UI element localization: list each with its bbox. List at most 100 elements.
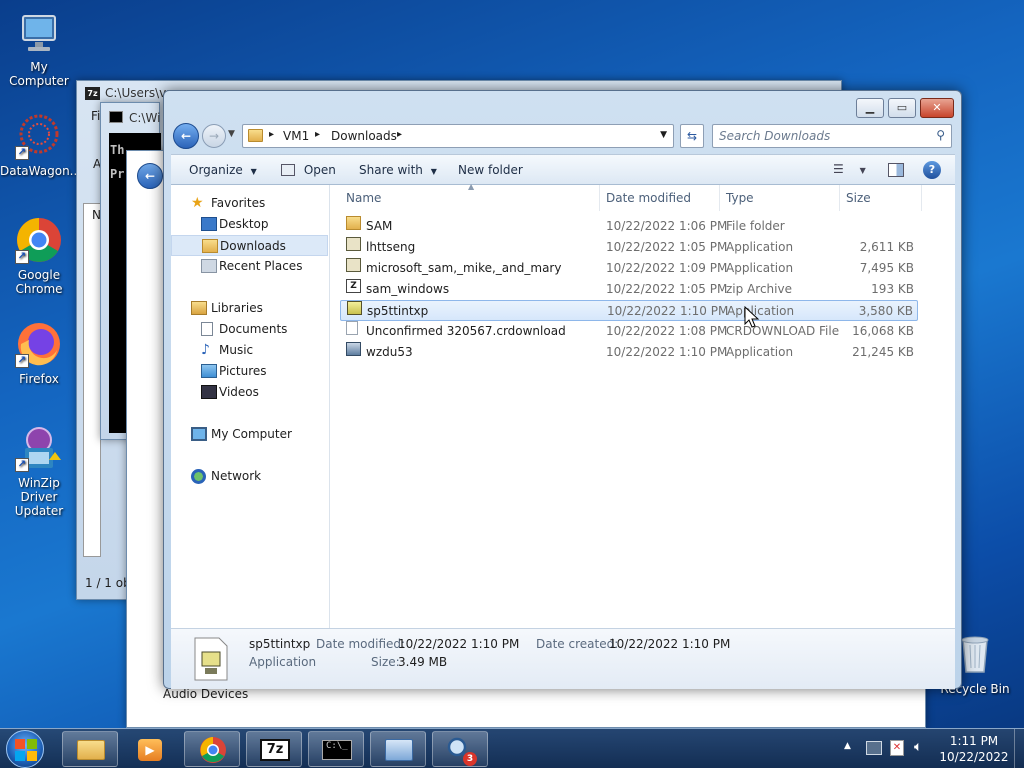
help-icon[interactable]: ? bbox=[923, 161, 941, 179]
file-size: 16,068 KB bbox=[852, 324, 914, 338]
minimize-button[interactable]: ▁ bbox=[856, 98, 884, 118]
file-list[interactable]: ▲ Name Date modified Type Size SAM 10/22… bbox=[330, 182, 955, 628]
file-type: File folder bbox=[726, 219, 785, 233]
search-input[interactable]: Search Downloads ⚲ bbox=[712, 124, 952, 148]
file-date: 10/22/2022 1:06 PM bbox=[606, 219, 728, 233]
share-with-button[interactable]: Share with ▼ bbox=[359, 163, 437, 177]
file-name: wzdu53 bbox=[366, 345, 413, 359]
details-date-modified-label: Date modified: bbox=[316, 637, 406, 651]
open-icon bbox=[281, 164, 295, 176]
breadcrumb-downloads[interactable]: Downloads bbox=[331, 129, 397, 143]
close-button[interactable]: ✕ bbox=[920, 98, 954, 118]
back-arrow-icon[interactable]: ← bbox=[137, 163, 163, 189]
taskbar-command-prompt[interactable]: C:\_ bbox=[308, 731, 364, 767]
details-name: sp5ttintxp bbox=[249, 637, 311, 651]
open-button[interactable]: Open bbox=[281, 163, 336, 177]
preview-pane-icon[interactable] bbox=[888, 163, 904, 177]
refresh-button[interactable]: ⇆ bbox=[680, 124, 704, 148]
search-icon[interactable]: ⚲ bbox=[936, 128, 945, 142]
cmd-line: Pr bbox=[110, 167, 125, 181]
organize-button[interactable]: Organize ▼ bbox=[189, 163, 257, 177]
file-row-selected[interactable]: sp5ttintxp 10/22/2022 1:10 PM Applicatio… bbox=[340, 300, 918, 321]
desktop-icon-my-computer[interactable]: My Computer bbox=[0, 8, 78, 88]
details-date-created-label: Date created: bbox=[536, 637, 619, 651]
nav-favorites[interactable]: ★ Favorites bbox=[171, 193, 328, 214]
breadcrumb-vm1[interactable]: VM1 bbox=[283, 129, 309, 143]
start-button[interactable] bbox=[6, 730, 44, 768]
desktop-icon-datawagon[interactable]: ↗ DataWagon... bbox=[0, 112, 82, 178]
taskbar-media-player[interactable]: ▶ bbox=[122, 731, 178, 767]
file-row[interactable]: lhttseng 10/22/2022 1:05 PM Application … bbox=[340, 237, 918, 258]
column-header-name[interactable]: Name bbox=[340, 185, 600, 211]
taskbar-control-panel[interactable] bbox=[370, 731, 426, 767]
music-icon: ♪ bbox=[201, 342, 210, 358]
nav-pictures[interactable]: Pictures bbox=[171, 361, 328, 382]
file-row[interactable]: microsoft_sam,_mike,_and_mary 10/22/2022… bbox=[340, 258, 918, 279]
shortcut-arrow-icon: ↗ bbox=[15, 146, 29, 160]
star-icon: ★ bbox=[191, 195, 204, 211]
desktop-icon-winzip-driver-updater[interactable]: ↗ WinZip Driver Updater bbox=[0, 424, 78, 518]
sevenzip-menu-fragment[interactable]: Fi bbox=[91, 109, 100, 123]
back-arrow-icon: ← bbox=[180, 129, 192, 143]
address-dropdown-icon[interactable]: ▼ bbox=[660, 130, 667, 140]
search-placeholder: Search Downloads bbox=[719, 129, 831, 143]
nav-my-computer[interactable]: My Computer bbox=[171, 424, 328, 445]
taskbar-search-app[interactable]: 3 bbox=[432, 731, 488, 767]
desktop-icon-chrome[interactable]: ↗ Google Chrome bbox=[0, 216, 78, 296]
forward-button[interactable]: → bbox=[202, 124, 226, 148]
sevenzip-file-list[interactable]: N bbox=[83, 203, 101, 557]
desktop-icon-firefox[interactable]: ↗ Firefox bbox=[0, 320, 78, 386]
recent-places-icon bbox=[201, 259, 217, 273]
nav-recent-places[interactable]: Recent Places bbox=[171, 256, 328, 277]
file-date: 10/22/2022 1:05 PM bbox=[606, 240, 728, 254]
file-row[interactable]: SAM 10/22/2022 1:06 PM File folder bbox=[340, 216, 918, 237]
taskbar-7zip[interactable]: 7z bbox=[246, 731, 302, 767]
show-desktop-button[interactable] bbox=[1014, 729, 1024, 768]
nav-desktop[interactable]: Desktop bbox=[171, 214, 328, 235]
chevron-right-icon: ▸ bbox=[315, 129, 321, 140]
explorer-window[interactable]: ▁ ▭ ✕ ← → ▼ ▸ VM1 ▸ Downloads ▸ ▼ ⇆ Sear… bbox=[163, 90, 962, 689]
nav-network[interactable]: Network bbox=[171, 466, 328, 487]
back-button[interactable]: ← bbox=[173, 123, 199, 149]
show-hidden-icons-icon[interactable]: ▲ bbox=[844, 741, 851, 751]
computer-icon bbox=[15, 8, 63, 56]
taskbar-explorer[interactable] bbox=[62, 731, 118, 767]
column-header-type[interactable]: Type bbox=[720, 185, 840, 211]
folder-icon bbox=[346, 216, 361, 230]
nav-downloads[interactable]: Downloads bbox=[171, 235, 328, 256]
file-size: 193 KB bbox=[871, 282, 914, 296]
desktop-icon-label: DataWagon... bbox=[0, 164, 82, 178]
desktop-icon-label: My Computer bbox=[9, 60, 69, 88]
volume-icon[interactable]: 🔈︎ bbox=[914, 739, 922, 755]
details-date-created: 10/22/2022 1:10 PM bbox=[609, 637, 731, 651]
nav-documents[interactable]: Documents bbox=[171, 319, 328, 340]
clock[interactable]: 1:11 PM 10/22/2022 bbox=[936, 733, 1012, 765]
column-header-size[interactable]: Size bbox=[840, 185, 922, 211]
clock-date: 10/22/2022 bbox=[939, 750, 1009, 764]
network-tray-icon[interactable] bbox=[866, 741, 882, 755]
network-icon bbox=[191, 469, 206, 484]
nav-label: Desktop bbox=[219, 217, 269, 231]
nav-libraries[interactable]: Libraries bbox=[171, 298, 328, 319]
file-row[interactable]: wzdu53 10/22/2022 1:10 PM Application 21… bbox=[340, 342, 918, 363]
nav-music[interactable]: ♪ Music bbox=[171, 340, 328, 361]
new-folder-button[interactable]: New folder bbox=[458, 163, 523, 177]
address-bar[interactable]: ▸ VM1 ▸ Downloads ▸ ▼ bbox=[242, 124, 674, 148]
file-row[interactable]: Z sam_windows 10/22/2022 1:05 PM zip Arc… bbox=[340, 279, 918, 300]
datawagon-icon: ↗ bbox=[15, 112, 63, 160]
maximize-button[interactable]: ▭ bbox=[888, 98, 916, 118]
shortcut-arrow-icon: ↗ bbox=[15, 354, 29, 368]
pictures-icon bbox=[201, 364, 217, 378]
desktop-icon-label: WinZip Driver Updater bbox=[14, 476, 64, 518]
taskbar-chrome[interactable] bbox=[184, 731, 240, 767]
nav-videos[interactable]: Videos bbox=[171, 382, 328, 403]
file-name: microsoft_sam,_mike,_and_mary bbox=[366, 261, 562, 275]
recent-pages-dropdown[interactable]: ▼ bbox=[228, 129, 235, 139]
file-row[interactable]: Unconfirmed 320567.crdownload 10/22/2022… bbox=[340, 321, 918, 342]
file-date: 10/22/2022 1:05 PM bbox=[606, 282, 728, 296]
change-view-button[interactable]: ☰ ▼ bbox=[833, 162, 866, 176]
command-bar: Organize ▼ Open Share with ▼ New folder … bbox=[171, 154, 955, 185]
action-center-icon[interactable]: ✕ bbox=[890, 740, 904, 756]
column-header-date-modified[interactable]: Date modified bbox=[600, 185, 720, 211]
details-size-label: Size: bbox=[371, 655, 400, 669]
